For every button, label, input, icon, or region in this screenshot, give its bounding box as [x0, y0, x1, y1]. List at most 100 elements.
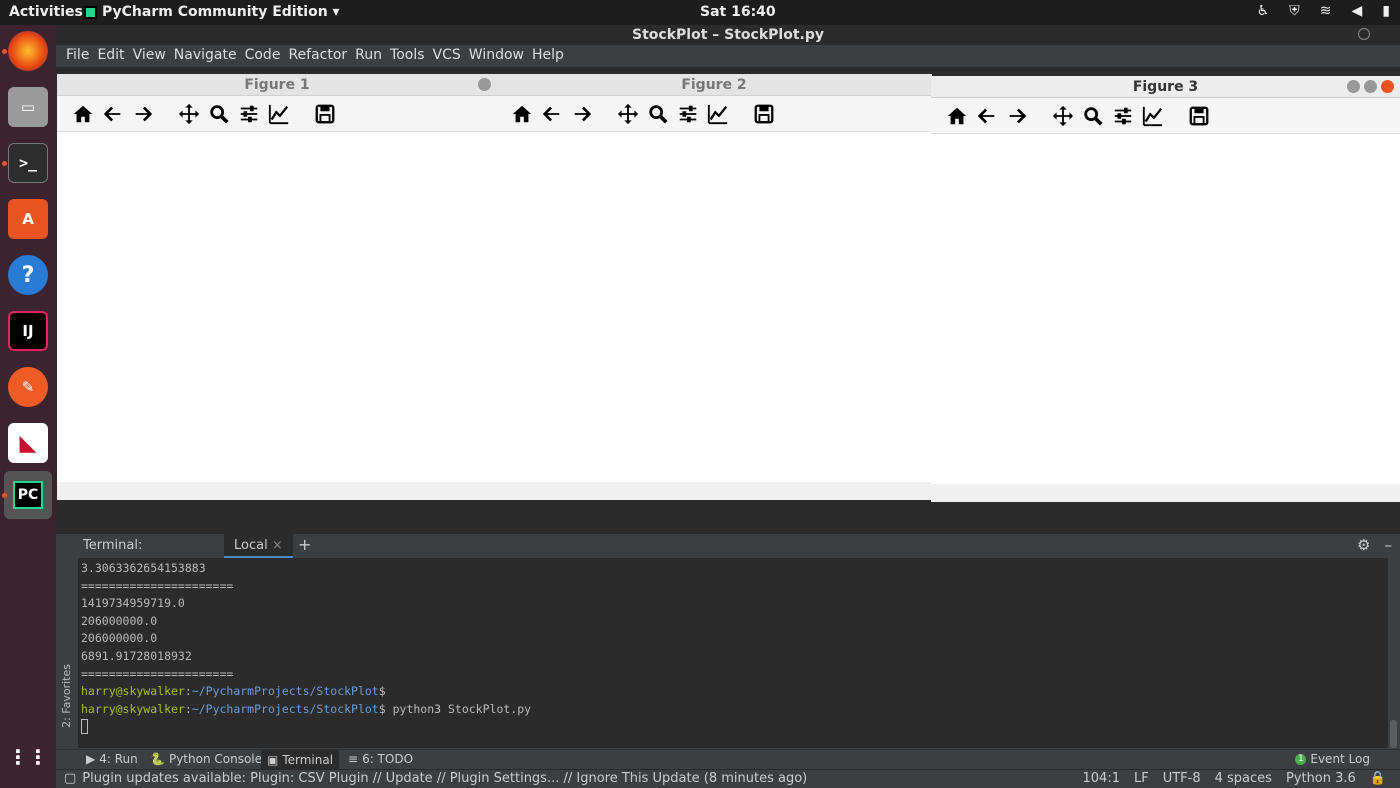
- save-icon[interactable]: [1187, 104, 1211, 128]
- menu-navigate[interactable]: Navigate: [170, 45, 241, 67]
- pan-icon[interactable]: [616, 102, 640, 126]
- edit-axis-icon[interactable]: [267, 102, 291, 126]
- close-icon[interactable]: [1381, 80, 1394, 93]
- minimize-icon[interactable]: [1347, 80, 1360, 93]
- window-control-icon[interactable]: [1358, 28, 1370, 40]
- panel-toggle-icon[interactable]: ▢: [64, 771, 76, 786]
- configure-subplots-icon[interactable]: [237, 102, 261, 126]
- chart-1: [57, 132, 497, 482]
- app-menu[interactable]: PyCharm Community Edition ▾: [84, 4, 340, 20]
- firefox-icon[interactable]: [8, 31, 48, 71]
- interpreter[interactable]: Python 3.6: [1286, 771, 1356, 786]
- indent-setting[interactable]: 4 spaces: [1215, 771, 1272, 786]
- terminal-output[interactable]: 3.3063362654153883 =====================…: [78, 558, 1388, 748]
- status-bar: ▢ Plugin updates available: Plugin: CSV P…: [56, 769, 1400, 788]
- wifi-icon[interactable]: ≋: [1320, 3, 1332, 19]
- shield-icon[interactable]: ⛨: [1289, 3, 1300, 19]
- pan-icon[interactable]: [1051, 104, 1075, 128]
- figure-title-bar[interactable]: Figure 3: [931, 76, 1400, 98]
- save-icon[interactable]: [752, 102, 776, 126]
- caret-position[interactable]: 104:1: [1083, 771, 1120, 786]
- tab-local[interactable]: Local ×: [224, 534, 293, 558]
- figure-window-2[interactable]: Figure 2 2016010120170101201801012019010…: [496, 74, 932, 500]
- minimize-icon[interactable]: [478, 78, 491, 91]
- python-console-tab[interactable]: 🐍 Python Console: [150, 752, 262, 766]
- activities-button[interactable]: Activities: [9, 4, 83, 20]
- configure-subplots-icon[interactable]: [676, 102, 700, 126]
- home-icon[interactable]: 2016010120170101201801012019010120200101…: [510, 102, 534, 126]
- home-icon[interactable]: 2016010120170101201801012019010120200101…: [71, 102, 95, 126]
- zoom-icon[interactable]: [207, 102, 231, 126]
- run-icon: ▶: [86, 752, 96, 766]
- todo-tool-tab[interactable]: ≡ 6: TODO: [348, 752, 413, 766]
- pan-icon[interactable]: [177, 102, 201, 126]
- pycharm-icon[interactable]: PC: [4, 471, 52, 519]
- forward-icon[interactable]: [131, 102, 155, 126]
- terminal-input-line[interactable]: [81, 718, 1388, 736]
- figure-title-bar[interactable]: Figure 1: [57, 74, 497, 96]
- menu-edit[interactable]: Edit: [93, 45, 128, 67]
- figure-window-3[interactable]: Figure 3 2016010120170101201801012019010…: [931, 76, 1400, 502]
- terminal-tool-tab[interactable]: ▣ Terminal: [261, 750, 340, 769]
- favorites-tab[interactable]: 2: Favorites: [60, 664, 73, 728]
- forward-icon[interactable]: [570, 102, 594, 126]
- back-icon[interactable]: [101, 102, 125, 126]
- figure-status-area: [496, 482, 932, 500]
- software-icon[interactable]: A: [8, 199, 48, 239]
- back-icon[interactable]: [540, 102, 564, 126]
- menu-view[interactable]: View: [129, 45, 170, 67]
- show-apps-icon[interactable]: ⋮⋮: [8, 737, 48, 777]
- terminal-icon[interactable]: >_: [8, 143, 48, 183]
- edit-axis-icon[interactable]: [1141, 104, 1165, 128]
- lock-icon[interactable]: 🔒: [1370, 771, 1386, 786]
- event-log-tab[interactable]: 1 Event Log: [1295, 752, 1370, 766]
- pycharm-small-icon: [84, 5, 97, 19]
- menu-run[interactable]: Run: [351, 45, 386, 67]
- system-tray[interactable]: ♿ ⛨ ≋ ◀ ▮: [1257, 3, 1390, 19]
- accessibility-icon[interactable]: ♿: [1257, 3, 1270, 19]
- battery-icon[interactable]: ▮: [1382, 3, 1390, 19]
- hide-panel-icon[interactable]: –: [1385, 536, 1393, 554]
- postman-icon[interactable]: ✎: [8, 367, 48, 407]
- maximize-icon[interactable]: [1364, 80, 1377, 93]
- zoom-icon[interactable]: [646, 102, 670, 126]
- figure-toolbar: 2016010120170101201801012019010120200101…: [931, 98, 1400, 134]
- app-name: PyCharm Community Edition ▾: [102, 4, 340, 20]
- figure-window-1[interactable]: Figure 1 2016010120170101201801012019010…: [57, 74, 497, 500]
- terminal-line: 6891.91728018932: [81, 648, 192, 663]
- status-message[interactable]: ▢ Plugin updates available: Plugin: CSV P…: [64, 771, 807, 786]
- back-icon[interactable]: [975, 104, 999, 128]
- intellij-icon[interactable]: IJ: [8, 311, 48, 351]
- menu-help[interactable]: Help: [528, 45, 568, 67]
- figure-title-bar[interactable]: Figure 2: [496, 74, 932, 96]
- menu-file[interactable]: File: [62, 45, 93, 67]
- menu-vcs[interactable]: VCS: [429, 45, 465, 67]
- home-icon[interactable]: 2016010120170101201801012019010120200101…: [945, 104, 969, 128]
- python-icon: 🐍: [150, 752, 165, 766]
- terminal-scrollbar[interactable]: [1390, 720, 1397, 748]
- files-icon[interactable]: ▭: [8, 87, 48, 127]
- new-terminal-icon[interactable]: +: [298, 535, 311, 554]
- menu-refactor[interactable]: Refactor: [284, 45, 351, 67]
- menu-code[interactable]: Code: [241, 45, 285, 67]
- forward-icon[interactable]: [1005, 104, 1029, 128]
- chart-2: [496, 132, 932, 482]
- run-tool-tab[interactable]: ▶ 4: Run: [86, 752, 138, 766]
- menu-window[interactable]: Window: [465, 45, 528, 67]
- menu-tools[interactable]: Tools: [386, 45, 429, 67]
- edit-axis-icon[interactable]: [706, 102, 730, 126]
- configure-subplots-icon[interactable]: [1111, 104, 1135, 128]
- line-separator[interactable]: LF: [1134, 771, 1149, 786]
- help-icon[interactable]: ?: [8, 255, 48, 295]
- gear-icon[interactable]: ⚙: [1357, 536, 1370, 554]
- close-tab-icon[interactable]: ×: [272, 538, 283, 553]
- app-icon[interactable]: ◣: [8, 423, 48, 463]
- save-icon[interactable]: [313, 102, 337, 126]
- run-tab-label: 4: Run: [99, 752, 138, 766]
- ide-window-title: StockPlot – StockPlot.py: [56, 25, 1400, 45]
- zoom-icon[interactable]: [1081, 104, 1105, 128]
- volume-icon[interactable]: ◀: [1352, 3, 1363, 19]
- clock[interactable]: Sat 16:40: [700, 4, 776, 20]
- file-encoding[interactable]: UTF-8: [1163, 771, 1201, 786]
- terminal-small-icon: ▣: [267, 752, 279, 767]
